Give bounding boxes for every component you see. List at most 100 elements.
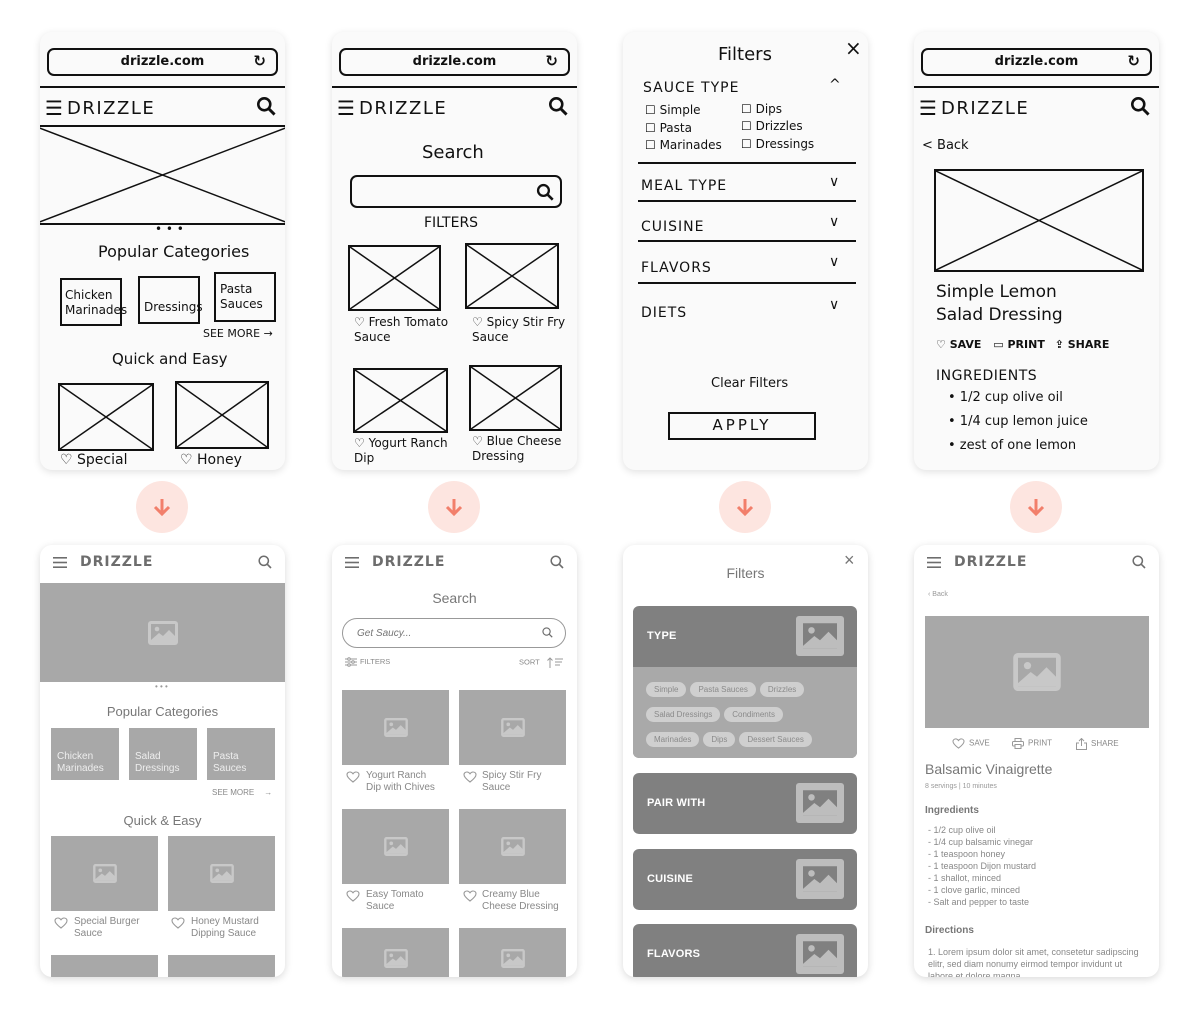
sketch-recipe-title: Salad Dressing [936,305,1063,325]
sketch-ingredient: • 1/4 cup lemon juice [948,414,1088,429]
image-icon [1013,653,1061,691]
filter-chip[interactable]: Dips [703,732,736,747]
category-tile[interactable]: Salad Dressings [129,728,197,780]
sketch-url-bar: drizzle.com ↻ [47,48,278,76]
recipe-card-image[interactable] [168,836,275,911]
logo[interactable]: DRIZZLE [80,554,153,570]
filter-chip[interactable]: Pasta Sauces [690,682,756,697]
recipe-card-label[interactable]: Honey Mustard Dipping Sauce [191,916,259,940]
search-input[interactable] [357,625,527,641]
heart-icon[interactable] [346,890,360,902]
image-icon [93,864,117,883]
logo[interactable]: DRIZZLE [372,554,445,570]
back-link[interactable]: ‹ Back [928,591,948,598]
save-button[interactable]: SAVE [952,738,990,749]
filter-chip[interactable]: Marinades [646,732,700,747]
down-arrow [719,481,771,533]
sketch-quick-title: Quick and Easy [112,350,228,368]
recipe-card-image[interactable] [51,955,158,977]
category-tile[interactable]: Pasta Sauces [207,728,275,780]
image-placeholder-icon [467,245,557,307]
recipe-card-image[interactable] [168,955,275,977]
sketch-option-label: Dressings [755,137,815,151]
recipe-card-label[interactable]: Special Burger Sauce [74,916,140,940]
divider [638,240,856,242]
filter-group-flavors[interactable]: FLAVORS [633,924,857,977]
heart-icon[interactable] [54,917,68,929]
down-arrow [428,481,480,533]
sketch-checkbox-option: ☐ Pasta [645,121,692,135]
recipe-card-image[interactable] [342,690,449,765]
sketch-back-link: < Back [922,138,969,153]
filter-chip[interactable]: Drizzles [759,682,805,697]
share-button[interactable]: SHARE [1076,737,1119,750]
search-icon [1131,97,1150,116]
category-tile[interactable]: Chicken Marinades [51,728,119,780]
sketch-search-title: Search [422,142,484,163]
sketch-apply-label: APPLY [712,416,772,434]
hero-banner[interactable] [40,583,285,682]
filter-chip[interactable]: Simple [646,682,687,697]
print-button[interactable]: PRINT [1012,738,1052,749]
recipe-card-image[interactable] [459,690,566,765]
search-icon[interactable] [542,627,553,638]
filter-group-header[interactable]: TYPE [633,606,857,667]
filter-chip[interactable]: Salad Dressings [646,707,721,722]
share-icon: ⇪ [1054,338,1068,351]
search-icon [257,97,276,116]
sketch-nav: ☰ DRIZZLE [45,96,280,122]
search-icon[interactable] [1132,555,1146,569]
recipe-card-label[interactable]: Creamy Blue Cheese Dressing [482,889,559,913]
close-icon[interactable]: × [844,550,855,571]
recipe-card-label[interactable]: Easy Tomato Sauce [366,889,424,913]
share-icon [1076,737,1087,750]
sketch-option-label: Drizzles [755,119,803,133]
reload-icon: ↻ [545,52,558,70]
reload-icon: ↻ [1127,52,1140,70]
heart-icon [952,738,965,749]
sort-button[interactable]: SORT [519,657,563,668]
search-icon[interactable] [550,555,564,569]
heart-icon[interactable] [171,917,185,929]
image-placeholder-icon [60,385,152,449]
filter-chip[interactable]: Condiments [724,707,783,722]
image-icon [798,937,842,971]
ingredient-item: - 1/4 cup balsamic vinegar [928,837,1034,847]
recipe-card-label[interactable]: Spicy Stir Fry Sauce [482,770,541,794]
recipe-card-image[interactable] [459,928,566,977]
filters-button[interactable]: FILTERS [345,657,390,667]
sketch-logo: DRIZZLE [941,98,1030,119]
image-placeholder-icon [177,383,267,447]
search-icon[interactable] [258,555,272,569]
filter-group-cuisine[interactable]: CUISINE [633,849,857,910]
see-more-link[interactable]: SEE MORE → [212,788,272,797]
recipe-card-line: Sauce [74,928,103,939]
recipe-card-line: Dip with Chives [366,782,435,793]
menu-icon[interactable] [345,557,359,568]
share-label: SHARE [1091,739,1119,749]
recipe-card-image[interactable] [342,928,449,977]
menu-icon[interactable] [53,557,67,568]
recipe-card-line: Sauce [366,901,395,912]
filters-title: Filters [726,565,765,581]
heart-icon[interactable] [346,771,360,783]
recipe-card-label[interactable]: Yogurt Ranch Dip with Chives [366,770,435,794]
filter-group-pair-with[interactable]: PAIR WITH [633,773,857,834]
menu-icon[interactable] [927,557,941,568]
filter-chip[interactable]: Dessert Sauces [739,732,812,747]
sketch-option-label: Marinades [659,138,722,152]
sketch-card-image [175,381,269,449]
image-icon [798,619,842,653]
recipe-card-image[interactable] [459,809,566,884]
recipe-card-image[interactable] [51,836,158,911]
sketch-category: Chicken Marinades [60,278,127,326]
reload-icon: ↻ [253,52,266,70]
heart-icon[interactable] [463,890,477,902]
sketch-url-bar: drizzle.com ↻ [339,48,570,76]
app-header: DRIZZLE [40,545,285,583]
recipe-card-image[interactable] [342,809,449,884]
heart-icon[interactable] [463,771,477,783]
ingredient-item: - 1 teaspoon Dijon mustard [928,861,1037,871]
logo[interactable]: DRIZZLE [954,554,1027,570]
carousel-dots[interactable]: • • • [155,682,168,691]
